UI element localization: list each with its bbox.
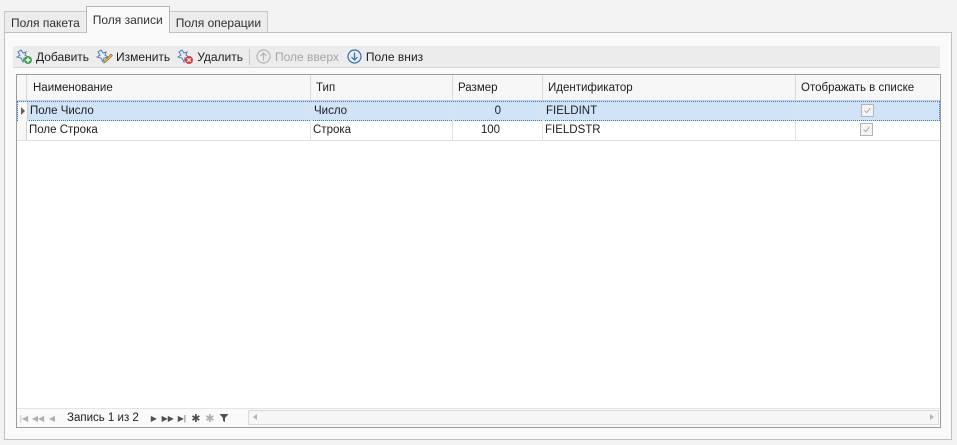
current-row-arrow-icon bbox=[21, 107, 25, 115]
move-up-button[interactable]: Поле вверх bbox=[252, 47, 343, 67]
add-button[interactable]: Добавить bbox=[13, 47, 93, 67]
add-button-label: Добавить bbox=[36, 49, 90, 64]
edit-button[interactable]: Изменить bbox=[93, 47, 174, 67]
cell-show-in-list[interactable] bbox=[797, 102, 940, 121]
edit-field-icon bbox=[96, 49, 113, 64]
first-record-icon[interactable]: |◀ bbox=[17, 410, 31, 426]
horizontal-scrollbar[interactable] bbox=[248, 410, 939, 425]
grid-header: Наименование Тип Размер Идентификатор От… bbox=[17, 75, 940, 101]
column-header-show-in-list[interactable]: Отображать в списке bbox=[796, 75, 940, 100]
delete-field-icon bbox=[177, 49, 194, 64]
table-row[interactable]: Поле Строка Строка 100 FIELDSTR bbox=[17, 121, 940, 141]
move-down-button-label: Поле вниз bbox=[365, 49, 424, 64]
arrow-up-circle-icon bbox=[256, 49, 271, 64]
prev-record-icon[interactable]: ◀ bbox=[45, 410, 59, 426]
remove-record-icon[interactable]: ✱ bbox=[203, 410, 217, 426]
tab-record-fields[interactable]: Поля записи bbox=[85, 6, 170, 33]
toolbar-separator bbox=[249, 48, 251, 65]
tab-strip: Поля пакета Поля записи Поля операции bbox=[4, 6, 269, 33]
delete-button-label: Удалить bbox=[197, 49, 244, 64]
checkbox-checked-icon[interactable] bbox=[861, 104, 874, 117]
delete-button[interactable]: Удалить bbox=[174, 47, 247, 67]
next-page-icon[interactable]: ▶▶ bbox=[161, 410, 175, 426]
cell-identifier[interactable]: FIELDSTR bbox=[543, 121, 796, 140]
last-record-icon[interactable]: ▶| bbox=[175, 410, 189, 426]
row-indicator bbox=[17, 121, 27, 140]
column-header-name[interactable]: Наименование bbox=[27, 75, 311, 100]
add-field-icon bbox=[16, 49, 32, 64]
scroll-left-icon[interactable] bbox=[253, 414, 257, 420]
cell-identifier[interactable]: FIELDINT bbox=[544, 102, 797, 121]
tab-packet-fields[interactable]: Поля пакета bbox=[4, 11, 87, 33]
cell-type[interactable]: Число bbox=[312, 102, 454, 121]
header-indicator bbox=[17, 75, 27, 100]
prev-page-icon[interactable]: ◀◀ bbox=[31, 410, 45, 426]
record-counter: Запись 1 из 2 bbox=[67, 412, 139, 424]
toolbar: Добавить Изменить Удалить Поле вверх Пол… bbox=[13, 46, 940, 68]
move-down-button[interactable]: Поле вниз bbox=[343, 47, 427, 67]
row-indicator bbox=[18, 102, 28, 121]
column-header-type[interactable]: Тип bbox=[311, 75, 453, 100]
move-up-button-label: Поле вверх bbox=[275, 49, 339, 64]
cell-name[interactable]: Поле Число bbox=[28, 102, 312, 121]
cell-show-in-list[interactable] bbox=[796, 121, 939, 140]
append-record-icon[interactable]: ✱ bbox=[189, 410, 203, 426]
table-row[interactable]: Поле Число Число 0 FIELDINT bbox=[17, 101, 940, 121]
column-header-size[interactable]: Размер bbox=[453, 75, 543, 100]
cell-type[interactable]: Строка bbox=[311, 121, 453, 140]
cell-size[interactable]: 0 bbox=[454, 102, 544, 121]
tab-operation-fields[interactable]: Поля операции bbox=[168, 11, 269, 33]
data-navigator: |◀ ◀◀ ◀ Запись 1 из 2 ▶ ▶▶ ▶| ✱ ✱ bbox=[17, 408, 940, 427]
edit-button-label: Изменить bbox=[116, 49, 171, 64]
filter-icon[interactable] bbox=[217, 410, 231, 426]
arrow-down-circle-icon bbox=[347, 49, 362, 64]
checkbox-checked-icon[interactable] bbox=[860, 123, 873, 136]
scroll-right-icon[interactable] bbox=[930, 414, 934, 420]
column-header-identifier[interactable]: Идентификатор bbox=[543, 75, 796, 100]
fields-grid: Наименование Тип Размер Идентификатор От… bbox=[16, 74, 941, 428]
next-record-icon[interactable]: ▶ bbox=[147, 410, 161, 426]
cell-size[interactable]: 100 bbox=[453, 121, 543, 140]
cell-name[interactable]: Поле Строка bbox=[27, 121, 311, 140]
